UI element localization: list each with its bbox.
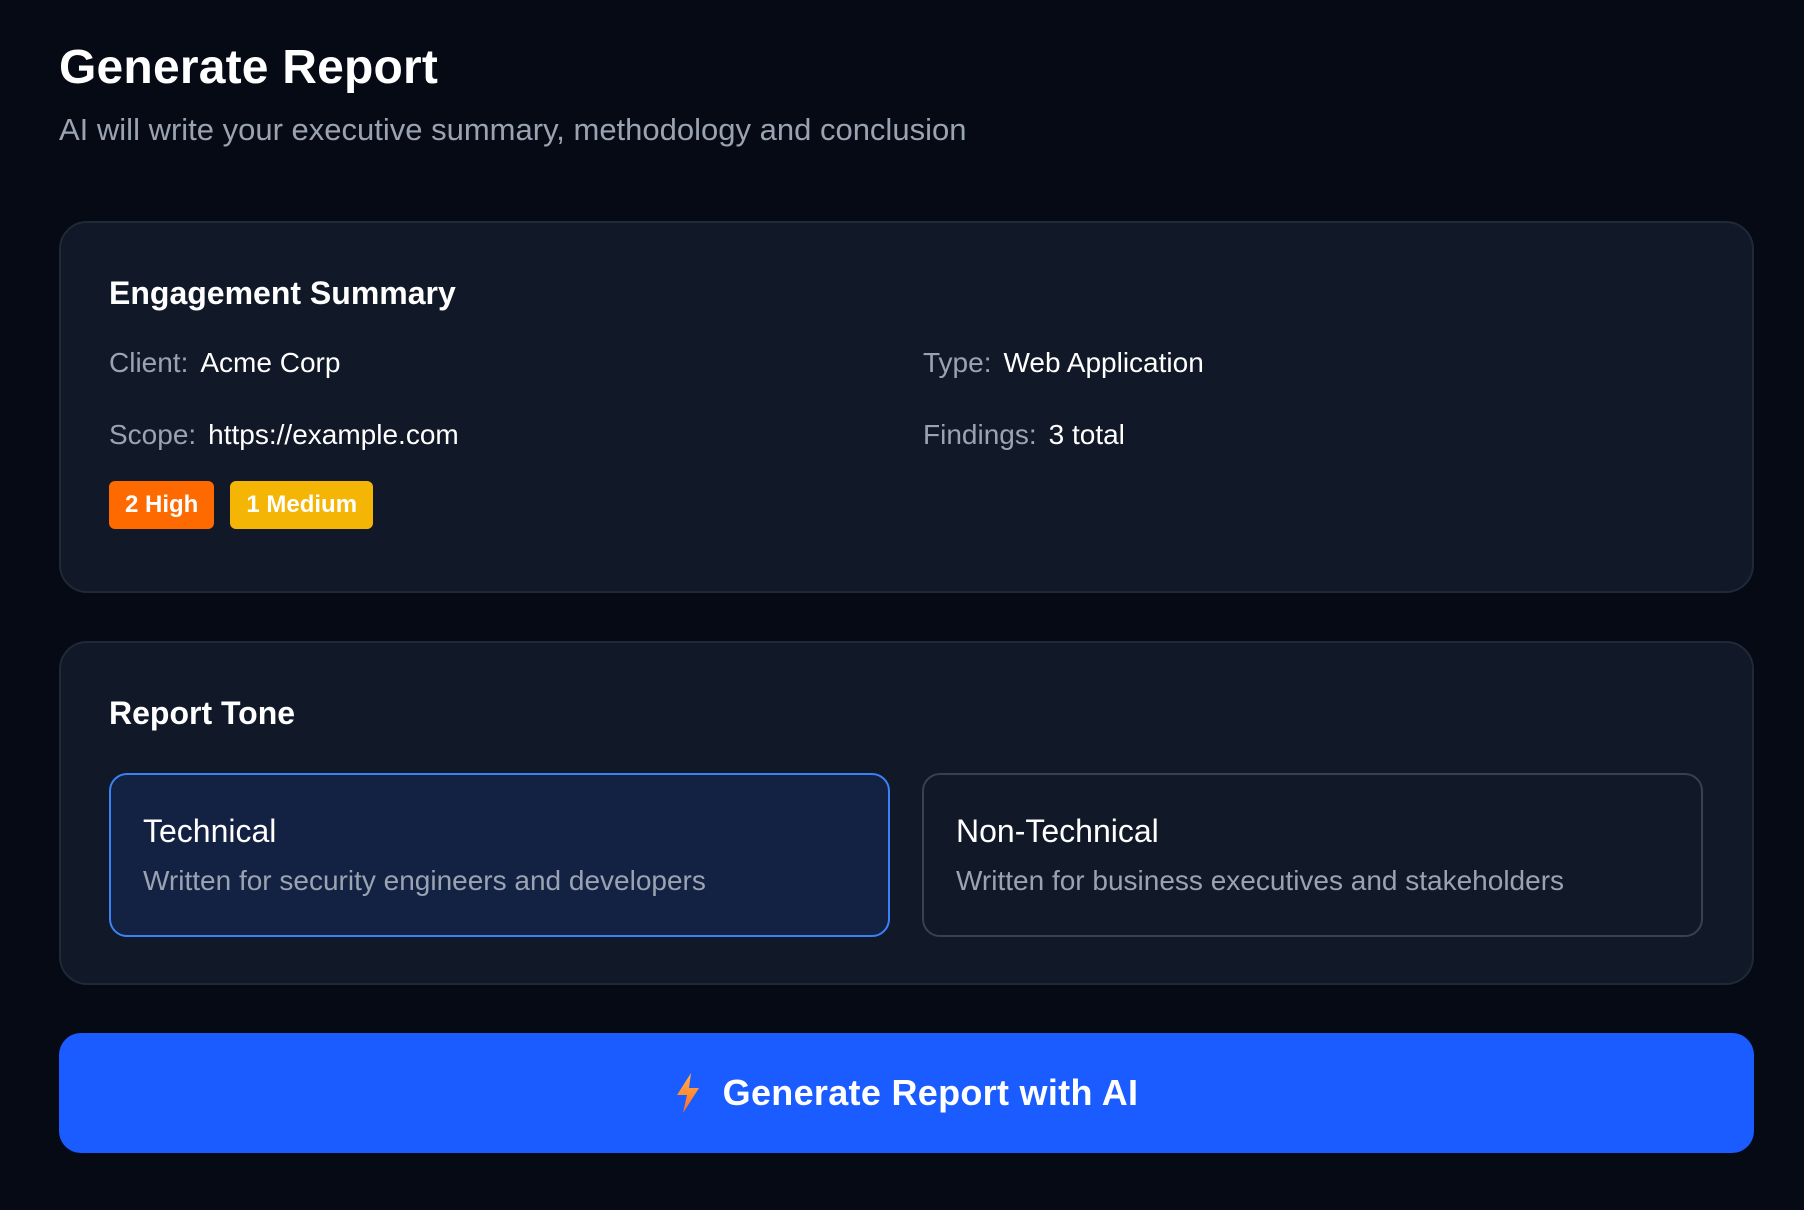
- page-title: Generate Report: [59, 41, 439, 94]
- tone-options: Technical Written for security engineers…: [109, 773, 1704, 937]
- tone-option-technical[interactable]: Technical Written for security engineers…: [109, 773, 890, 937]
- tone-option-description: Written for business executives and stak…: [956, 865, 1565, 896]
- findings-value: 3 total: [1048, 419, 1125, 450]
- tone-option-description: Written for security engineers and devel…: [143, 865, 706, 896]
- summary-details: Client: Acme Corp Type: Web Application Sc…: [109, 345, 1704, 485]
- type-label: Type:: [923, 347, 992, 378]
- tone-option-non-technical[interactable]: Non-Technical Written for business execu…: [922, 773, 1703, 937]
- type-value: Web Application: [1003, 347, 1204, 378]
- engagement-summary-card: Engagement Summary Client: Acme Corp Type…: [59, 221, 1754, 593]
- findings-field: Findings: 3 total: [923, 417, 1125, 453]
- generate-report-label: Generate Report with AI: [722, 1072, 1139, 1113]
- lightning-bolt-icon: [675, 1073, 701, 1113]
- findings-label: Findings:: [923, 419, 1037, 450]
- medium-severity-badge: 1 Medium: [230, 481, 374, 529]
- scope-label: Scope:: [109, 419, 197, 450]
- generate-report-page: Generate Report AI will write your execu…: [0, 0, 1804, 1210]
- high-severity-badge: 2 High: [109, 481, 215, 529]
- tone-option-name: Technical: [143, 813, 277, 849]
- generate-report-button[interactable]: Generate Report with AI: [59, 1033, 1754, 1153]
- page-subtitle: AI will write your executive summary, me…: [59, 112, 967, 147]
- scope-field: Scope: https://example.com: [109, 417, 459, 453]
- scope-value: https://example.com: [208, 419, 459, 450]
- engagement-summary-title: Engagement Summary: [109, 275, 456, 311]
- report-tone-title: Report Tone: [109, 695, 296, 731]
- report-tone-card: Report Tone Technical Written for securi…: [59, 641, 1754, 985]
- tone-option-name: Non-Technical: [956, 813, 1159, 849]
- type-field: Type: Web Application: [923, 345, 1204, 381]
- client-field: Client: Acme Corp: [109, 345, 340, 381]
- severity-badges: 2 High 1 Medium: [109, 481, 1704, 529]
- client-label: Client:: [109, 347, 189, 378]
- client-value: Acme Corp: [200, 347, 341, 378]
